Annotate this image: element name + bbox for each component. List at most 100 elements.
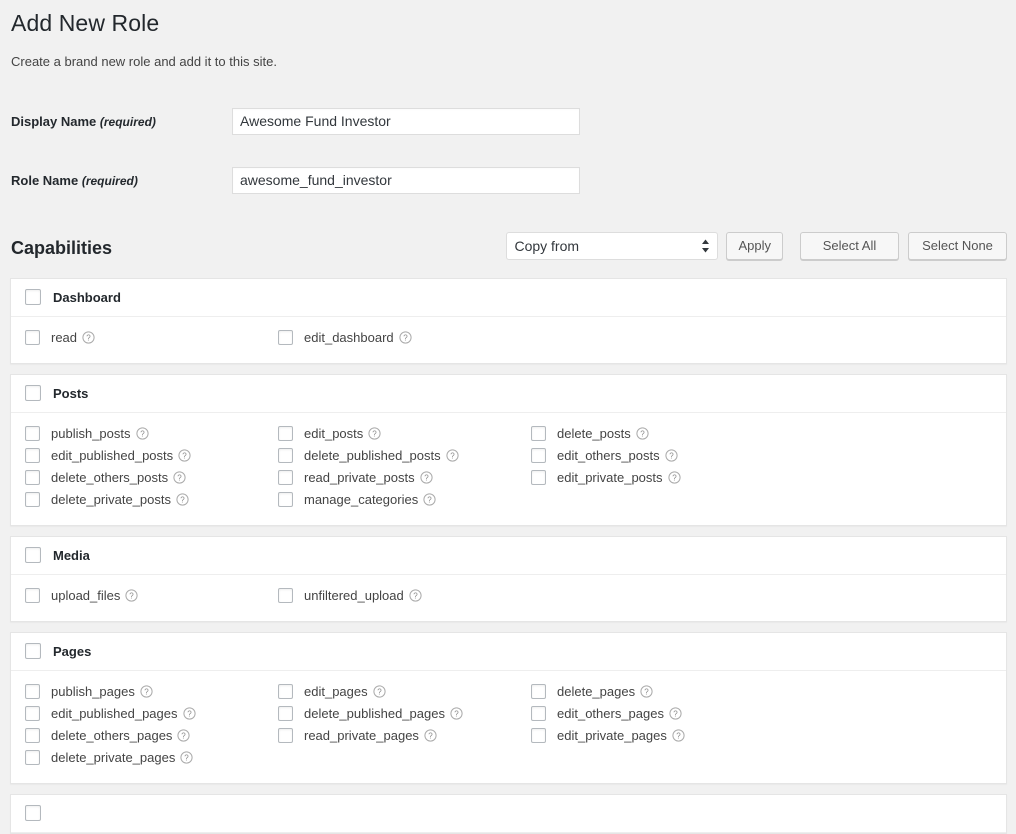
svg-text:?: ? [180, 496, 185, 505]
capability-item: read_private_posts? [278, 467, 531, 489]
help-icon[interactable]: ? [399, 331, 412, 344]
help-icon[interactable]: ? [368, 427, 381, 440]
apply-button[interactable]: Apply [726, 231, 783, 260]
capability-label: unfiltered_upload [304, 588, 404, 604]
section-select-all-checkbox[interactable] [25, 805, 41, 822]
section-select-all-checkbox[interactable] [25, 643, 41, 660]
help-icon[interactable]: ? [140, 685, 153, 698]
capability-checkbox[interactable] [25, 684, 40, 700]
capability-checkbox[interactable] [531, 426, 546, 442]
display-name-input[interactable] [232, 107, 580, 135]
capability-checkbox[interactable] [25, 706, 40, 722]
capability-checkbox[interactable] [25, 470, 40, 486]
panel-title: Dashboard [53, 289, 121, 305]
help-icon[interactable]: ? [178, 449, 191, 462]
help-icon[interactable]: ? [423, 493, 436, 506]
capability-label: edit_published_pages [51, 706, 178, 722]
capability-item: read_private_pages? [278, 725, 531, 747]
help-icon[interactable]: ? [446, 449, 459, 462]
capability-label: edit_dashboard [304, 330, 394, 346]
panel-header: Pages [11, 633, 1006, 671]
capability-checkbox[interactable] [278, 426, 293, 442]
capability-item: read? [25, 327, 278, 349]
capability-checkbox[interactable] [278, 492, 293, 508]
svg-text:?: ? [373, 430, 378, 439]
capability-item: edit_private_pages? [531, 725, 992, 747]
capability-sections: Dashboard read? edit_dashboard? Posts publis… [10, 277, 1007, 834]
select-all-button[interactable]: Select All [800, 231, 899, 260]
capability-item: manage_categories? [278, 489, 531, 511]
role-form: Display Name (required) Role Name (requi… [10, 92, 580, 210]
capability-checkbox[interactable] [25, 492, 40, 508]
capability-checkbox[interactable] [531, 728, 546, 744]
capability-checkbox[interactable] [278, 684, 293, 700]
help-icon[interactable]: ? [669, 707, 682, 720]
help-icon[interactable]: ? [373, 685, 386, 698]
capability-checkbox[interactable] [278, 588, 293, 604]
svg-text:?: ? [187, 710, 192, 719]
panel-body: upload_files? unfiltered_upload? [11, 575, 1006, 621]
help-icon[interactable]: ? [177, 729, 191, 742]
capability-checkbox[interactable] [25, 330, 40, 346]
svg-text:?: ? [177, 474, 182, 483]
capability-checkbox[interactable] [531, 470, 546, 486]
capability-item: edit_dashboard? [278, 327, 992, 349]
capability-label: delete_pages [557, 684, 636, 700]
capability-checkbox[interactable] [25, 728, 40, 744]
capability-grid: upload_files? unfiltered_upload? [25, 585, 992, 607]
help-icon[interactable]: ? [176, 493, 189, 506]
svg-text:?: ? [672, 474, 677, 483]
capability-checkbox[interactable] [25, 588, 40, 604]
capability-item: edit_others_posts? [531, 445, 992, 467]
help-icon[interactable]: ? [640, 685, 653, 698]
capability-checkbox[interactable] [25, 448, 40, 464]
svg-text:?: ? [182, 452, 187, 461]
help-icon[interactable]: ? [667, 471, 681, 484]
capability-checkbox[interactable] [25, 750, 40, 766]
capability-checkbox[interactable] [278, 448, 293, 464]
capability-item: unfiltered_upload? [278, 585, 992, 607]
capability-checkbox[interactable] [278, 330, 293, 346]
help-icon[interactable]: ? [424, 729, 437, 742]
select-none-button[interactable]: Select None [908, 231, 1007, 260]
section-select-all-checkbox[interactable] [25, 547, 41, 564]
capabilities-controls: Copy from Apply Select All Select None [506, 231, 1007, 260]
help-icon[interactable]: ? [450, 707, 463, 720]
copy-from-wrapper: Copy from [506, 231, 719, 260]
help-icon[interactable]: ? [182, 707, 196, 720]
help-icon[interactable]: ? [125, 589, 138, 602]
capability-checkbox[interactable] [278, 706, 293, 722]
capability-checkbox[interactable] [278, 470, 293, 486]
help-icon[interactable]: ? [409, 589, 422, 602]
section-select-all-checkbox[interactable] [25, 289, 41, 306]
section-select-all-checkbox[interactable] [25, 385, 41, 402]
help-icon[interactable]: ? [135, 427, 149, 440]
help-icon[interactable]: ? [672, 729, 685, 742]
panel-title: Pages [53, 643, 92, 659]
panel-header: Media [11, 537, 1006, 575]
help-icon[interactable]: ? [665, 449, 678, 462]
capability-checkbox[interactable] [278, 728, 293, 744]
copy-from-select[interactable]: Copy from [506, 231, 719, 260]
capability-label: publish_pages [51, 684, 135, 700]
display-name-row: Display Name (required) [10, 92, 580, 151]
help-icon[interactable]: ? [180, 751, 193, 764]
role-name-row: Role Name (required) [10, 151, 580, 210]
help-icon[interactable]: ? [636, 427, 649, 440]
capability-panel: Dashboard read? edit_dashboard? [10, 277, 1007, 364]
role-name-input[interactable] [232, 166, 580, 194]
svg-text:?: ? [450, 452, 455, 461]
capability-checkbox[interactable] [531, 684, 546, 700]
capability-item: edit_posts? [278, 423, 531, 445]
capability-checkbox[interactable] [531, 706, 546, 722]
panel-body: publish_posts? edit_posts? delete_posts? ed… [11, 413, 1006, 525]
panel-title: Media [53, 547, 90, 563]
capability-checkbox[interactable] [25, 426, 40, 442]
display-name-label-text: Display Name [11, 113, 97, 129]
help-icon[interactable]: ? [173, 471, 186, 484]
capability-checkbox[interactable] [531, 448, 546, 464]
help-icon[interactable]: ? [82, 331, 95, 344]
capability-item: delete_others_posts? [25, 467, 278, 489]
help-icon[interactable]: ? [419, 471, 433, 484]
capability-label: edit_pages [304, 684, 368, 700]
